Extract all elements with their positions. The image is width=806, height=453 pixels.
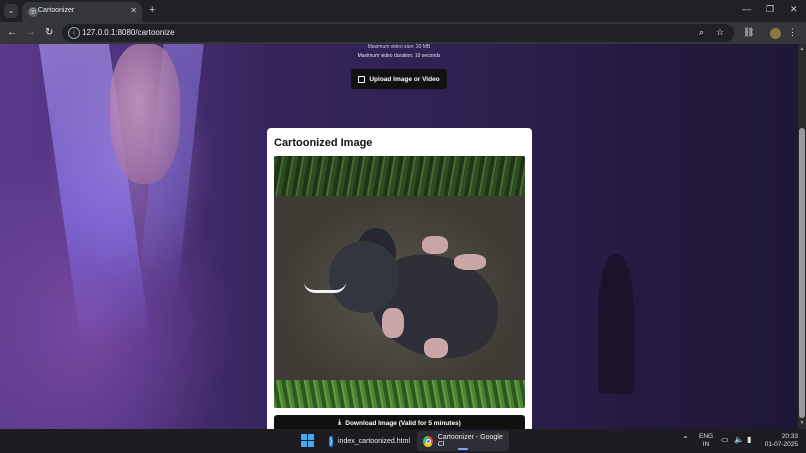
link-icon[interactable]: ⛓ [743, 27, 754, 38]
background-decoration [598, 254, 634, 394]
browser-toolbar: ← → ↻ i 127.0.0.1:8080/cartoonize ⌕ ☆ ⛓ … [0, 22, 806, 44]
taskbar-item-vscode[interactable]: ⟩ index_cartoonized.html [323, 431, 416, 451]
scroll-thumb[interactable] [799, 128, 805, 418]
active-indicator [458, 448, 469, 450]
person-figure [382, 308, 404, 338]
site-info-icon[interactable]: i [68, 27, 80, 39]
language-code: ENG [699, 433, 714, 440]
tab-search-icon[interactable]: ⌄ [4, 4, 18, 18]
person-figure [454, 254, 486, 270]
reload-icon[interactable]: ↻ [45, 27, 53, 38]
cartoonized-image [274, 156, 525, 408]
close-icon[interactable]: ✕ [130, 6, 137, 15]
clock[interactable]: 20:33 01-07-2025 [762, 433, 798, 449]
tab-title: Cartoonizer [38, 7, 75, 14]
profile-avatar[interactable] [770, 28, 781, 39]
image-icon [358, 75, 366, 83]
taskbar-item-label: index_cartoonized.html [338, 437, 410, 445]
scroll-down-icon[interactable]: ▼ [799, 420, 805, 426]
region-code: IN [702, 441, 710, 448]
background-decoration [110, 44, 180, 184]
download-button-label: Download Image (Valid for 5 minutes) [345, 419, 461, 427]
display-icon[interactable]: ▭ [721, 435, 729, 444]
address-bar[interactable]: i 127.0.0.1:8080/cartoonize ⌕ ☆ [62, 24, 734, 42]
minimize-button[interactable]: — [742, 4, 751, 14]
upload-button[interactable]: Upload Image or Video [351, 69, 447, 89]
battery-icon[interactable]: ▮ [747, 435, 751, 444]
url-text[interactable]: 127.0.0.1:8080/cartoonize [82, 28, 175, 37]
speaker-icon[interactable]: 🔈 [734, 435, 744, 444]
image-grass-top [274, 156, 525, 196]
bookmark-star-icon[interactable]: ☆ [716, 27, 724, 38]
elephant-head [329, 241, 399, 313]
clock-date: 01-07-2025 [764, 441, 798, 448]
browser-tab-bar: ⌄ ◎ Cartoonizer ✕ + — ❐ ✕ [0, 0, 806, 22]
elephant-tusk [304, 282, 346, 293]
result-card: Cartoonized Image ⤓ Download Image (Vali… [267, 128, 532, 429]
globe-icon: ◎ [28, 7, 38, 17]
zoom-icon[interactable]: ⌕ [699, 27, 704, 38]
restore-button[interactable]: ❐ [766, 4, 774, 15]
upload-size-info: Maximum video size: 30 MB [367, 44, 431, 50]
card-title: Cartoonized Image [274, 137, 373, 149]
image-grass-bottom [274, 380, 525, 408]
taskbar: ⟩ index_cartoonized.html Cartoonizer - G… [0, 429, 806, 453]
chrome-icon [423, 435, 433, 447]
window-close-button[interactable]: ✕ [790, 4, 798, 15]
page-scrollbar[interactable]: ▲ ▼ [798, 44, 806, 429]
back-arrow-icon[interactable]: ← [7, 27, 17, 38]
tab-cartoonizer[interactable]: ◎ Cartoonizer ✕ [22, 2, 142, 22]
taskbar-item-label: Cartoonizer - Google Cl [437, 434, 503, 448]
person-figure [424, 338, 448, 358]
upload-button-label: Upload Image or Video [369, 75, 440, 83]
vscode-icon: ⟩ [329, 435, 333, 447]
page-viewport: Maximum video size: 30 MB Maximum video … [0, 44, 798, 429]
windows-start-icon[interactable] [301, 434, 314, 447]
download-button[interactable]: ⤓ Download Image (Valid for 5 minutes) [274, 415, 525, 429]
chevron-up-icon[interactable]: ⌃ [682, 435, 689, 444]
person-figure [422, 236, 448, 254]
forward-arrow-icon[interactable]: → [26, 27, 36, 38]
scroll-up-icon[interactable]: ▲ [799, 46, 805, 52]
taskbar-item-chrome[interactable]: Cartoonizer - Google Cl [417, 431, 509, 451]
menu-kebab-icon[interactable]: ⋮ [788, 27, 797, 38]
download-icon: ⤓ [338, 419, 342, 426]
clock-time: 20:33 [781, 433, 798, 440]
new-tab-button[interactable]: + [149, 4, 155, 16]
upload-duration-info: Maximum video duration: 10 seconds [357, 53, 441, 59]
language-indicator[interactable]: ENG IN [699, 433, 713, 449]
